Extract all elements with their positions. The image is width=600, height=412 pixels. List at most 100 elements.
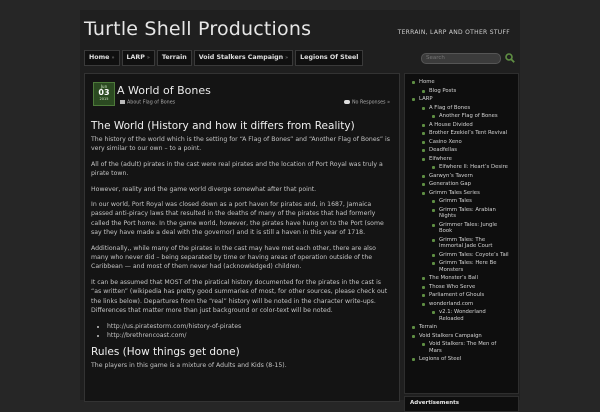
- search-button[interactable]: [504, 52, 516, 64]
- sidebar-item[interactable]: Garwyn’s Tavern: [422, 172, 510, 181]
- page-container: Turtle Shell Productions TERRAIN, LARP A…: [80, 10, 520, 412]
- post-date-year: 2015: [99, 97, 109, 101]
- sidebar-item[interactable]: Brother Ezekiel’s Tent Revival: [422, 129, 510, 138]
- bullet-icon: [432, 262, 435, 265]
- sidebar-item[interactable]: The Monster’s Ball: [422, 274, 510, 283]
- sidebar-item[interactable]: Grimm Tales Series: [422, 189, 510, 198]
- site-tagline: TERRAIN, LARP AND OTHER STUFF: [397, 29, 510, 36]
- sidebar-item[interactable]: Elfwhere: [422, 155, 510, 164]
- sidebar-item[interactable]: v2.1: Wonderland Reloaded: [432, 308, 510, 323]
- post-category: About Flag of Bones: [120, 100, 175, 106]
- post-responses: No Responses »: [343, 100, 390, 106]
- section-heading: Rules (How things get done): [91, 345, 240, 358]
- paragraph: All of the (adult) pirates in the cast w…: [91, 160, 383, 178]
- sidebar-item-label: A House Divided: [429, 121, 473, 128]
- sidebar-item[interactable]: Those Who Serve: [422, 283, 510, 292]
- sidebar-item[interactable]: Grimm Tales: Arabian Nights: [432, 206, 510, 221]
- nav-item-legions-of-steel[interactable]: Legions Of Steel: [295, 50, 364, 66]
- sidebar-item[interactable]: Deadfellas: [422, 146, 510, 155]
- bullet-icon: [422, 294, 425, 297]
- sidebar-item-label: Casino Xeno: [429, 138, 462, 145]
- bullet-icon: [412, 81, 415, 84]
- sidebar-item-label: Grimm Tales: Arabian Nights: [439, 206, 496, 220]
- sidebar-item-label: Grimm Tales Series: [429, 189, 480, 196]
- sidebar-item-label: Home: [419, 79, 435, 85]
- sidebar-item-label: Blog Posts: [429, 87, 457, 94]
- nav-item-terrain[interactable]: Terrain: [156, 50, 192, 66]
- sidebar-page-list: Home Blog Posts LARP A Flag of Bones Another…: [405, 78, 518, 364]
- bullet-icon: [422, 174, 425, 178]
- list-item-link[interactable]: http://brethrencoast.com/: [107, 331, 393, 340]
- sidebar-item[interactable]: Grimm Tales: The Immortal Jade Court: [432, 236, 510, 251]
- nav-item-label: Legions Of Steel: [300, 54, 359, 61]
- sidebar-item[interactable]: Blog Posts: [422, 87, 510, 96]
- search-form: [421, 52, 516, 64]
- sidebar-item[interactable]: Void Stalkers Campaign: [412, 332, 510, 341]
- nav-item-void-stalkers[interactable]: Void Stalkers Campaign»: [193, 50, 294, 66]
- list-item-link[interactable]: http://us.piratestorm.com/history-of-pir…: [107, 322, 393, 331]
- search-input[interactable]: [421, 52, 501, 64]
- post-content: Jun 03 2015 A World of Bones About Flag …: [84, 73, 400, 402]
- comment-icon: [343, 100, 350, 104]
- sidebar-item-label: v2.1: Wonderland Reloaded: [439, 309, 486, 322]
- sidebar-item[interactable]: wonderland.com: [422, 300, 510, 309]
- sidebar-item-label: The Monster’s Ball: [429, 275, 478, 281]
- post-title[interactable]: A World of Bones: [117, 84, 211, 97]
- sidebar-item-label: Those Who Serve: [429, 283, 476, 290]
- bullet-icon: [422, 157, 425, 161]
- post-date-badge: Jun 03 2015: [93, 82, 115, 106]
- sidebar-item-label: Another Flag of Bones: [439, 113, 498, 119]
- bullet-icon: [432, 166, 435, 169]
- sidebar-item[interactable]: LARP: [412, 95, 510, 104]
- sidebar-item[interactable]: Grimmer Tales: Jungle Book: [432, 221, 510, 236]
- paragraph: Additionally,, while many of the pirates…: [91, 244, 376, 271]
- bullet-icon: [432, 311, 435, 314]
- responses-link[interactable]: No Responses »: [352, 101, 390, 106]
- sidebar-item[interactable]: Grimm Tales: [432, 197, 510, 206]
- sidebar-item[interactable]: Home: [412, 78, 510, 87]
- nav-item-larp[interactable]: LARP»: [121, 50, 155, 66]
- sidebar-item[interactable]: Legions of Steel: [412, 355, 510, 364]
- paragraph: The players in this game is a mixture of…: [91, 361, 287, 369]
- sidebar-ads-widget: Advertisements: [404, 396, 519, 412]
- sidebar-item-label: Grimm Tales: [439, 198, 472, 204]
- sidebar-item-label: Grimm Tales: Here Be Monsters: [439, 260, 497, 273]
- paragraph: In our world, Port Royal was closed down…: [91, 201, 384, 237]
- sidebar-item[interactable]: Generation Gap: [422, 180, 510, 189]
- sidebar-item[interactable]: Casino Xeno: [422, 138, 510, 147]
- sidebar-item[interactable]: A Flag of Bones: [422, 104, 510, 113]
- sidebar-item[interactable]: Grimm Tales: Coyote’s Tail: [432, 251, 510, 260]
- sidebar-item[interactable]: Elfwhere II: Heart’s Desire: [432, 163, 510, 172]
- bullet-icon: [422, 123, 425, 127]
- paragraph: It can be assumed that MOST of the pirat…: [91, 278, 388, 315]
- category-link[interactable]: About Flag of Bones: [127, 101, 175, 106]
- dropdown-arrow-icon: »: [111, 55, 115, 61]
- sidebar-item-label: Deadfellas: [429, 147, 458, 153]
- sidebar-item-label: Grimmer Tales: Jungle Book: [439, 221, 498, 235]
- sidebar-item-label: Elfwhere II: Heart’s Desire: [439, 164, 508, 170]
- sidebar-item-label: Legions of Steel: [419, 356, 462, 362]
- nav-item-home[interactable]: Home»: [84, 50, 120, 66]
- dropdown-arrow-icon: »: [146, 55, 150, 61]
- bullet-icon: [422, 89, 425, 93]
- sidebar-item-label: LARP: [419, 96, 433, 102]
- bullet-icon: [422, 106, 425, 110]
- paragraph: The history of the world which is the se…: [91, 136, 390, 153]
- sidebar-item[interactable]: A House Divided: [422, 121, 510, 130]
- sidebar-item[interactable]: Terrain: [412, 323, 510, 332]
- sidebar-item[interactable]: Another Flag of Bones: [432, 112, 510, 121]
- bullet-icon: [422, 343, 425, 346]
- bullet-icon: [422, 285, 425, 289]
- sidebar-item-label: Garwyn’s Tavern: [429, 172, 473, 179]
- site-title[interactable]: Turtle Shell Productions: [84, 18, 311, 40]
- sidebar-item-label: Elfwhere: [429, 155, 452, 162]
- sidebar-item[interactable]: Parliament of Ghouls: [422, 291, 510, 300]
- sidebar-item-label: Terrain: [419, 324, 437, 330]
- sidebar-pages-widget: Home Blog Posts LARP A Flag of Bones Another…: [404, 73, 519, 394]
- sidebar-item[interactable]: Void Stalkers: The Men of Mars: [422, 340, 510, 355]
- bullet-icon: [422, 191, 425, 195]
- bullet-icon: [422, 149, 425, 152]
- sidebar-item[interactable]: Grimm Tales: Here Be Monsters: [432, 259, 510, 274]
- bullet-icon: [422, 183, 425, 186]
- nav-item-label: LARP: [126, 54, 145, 61]
